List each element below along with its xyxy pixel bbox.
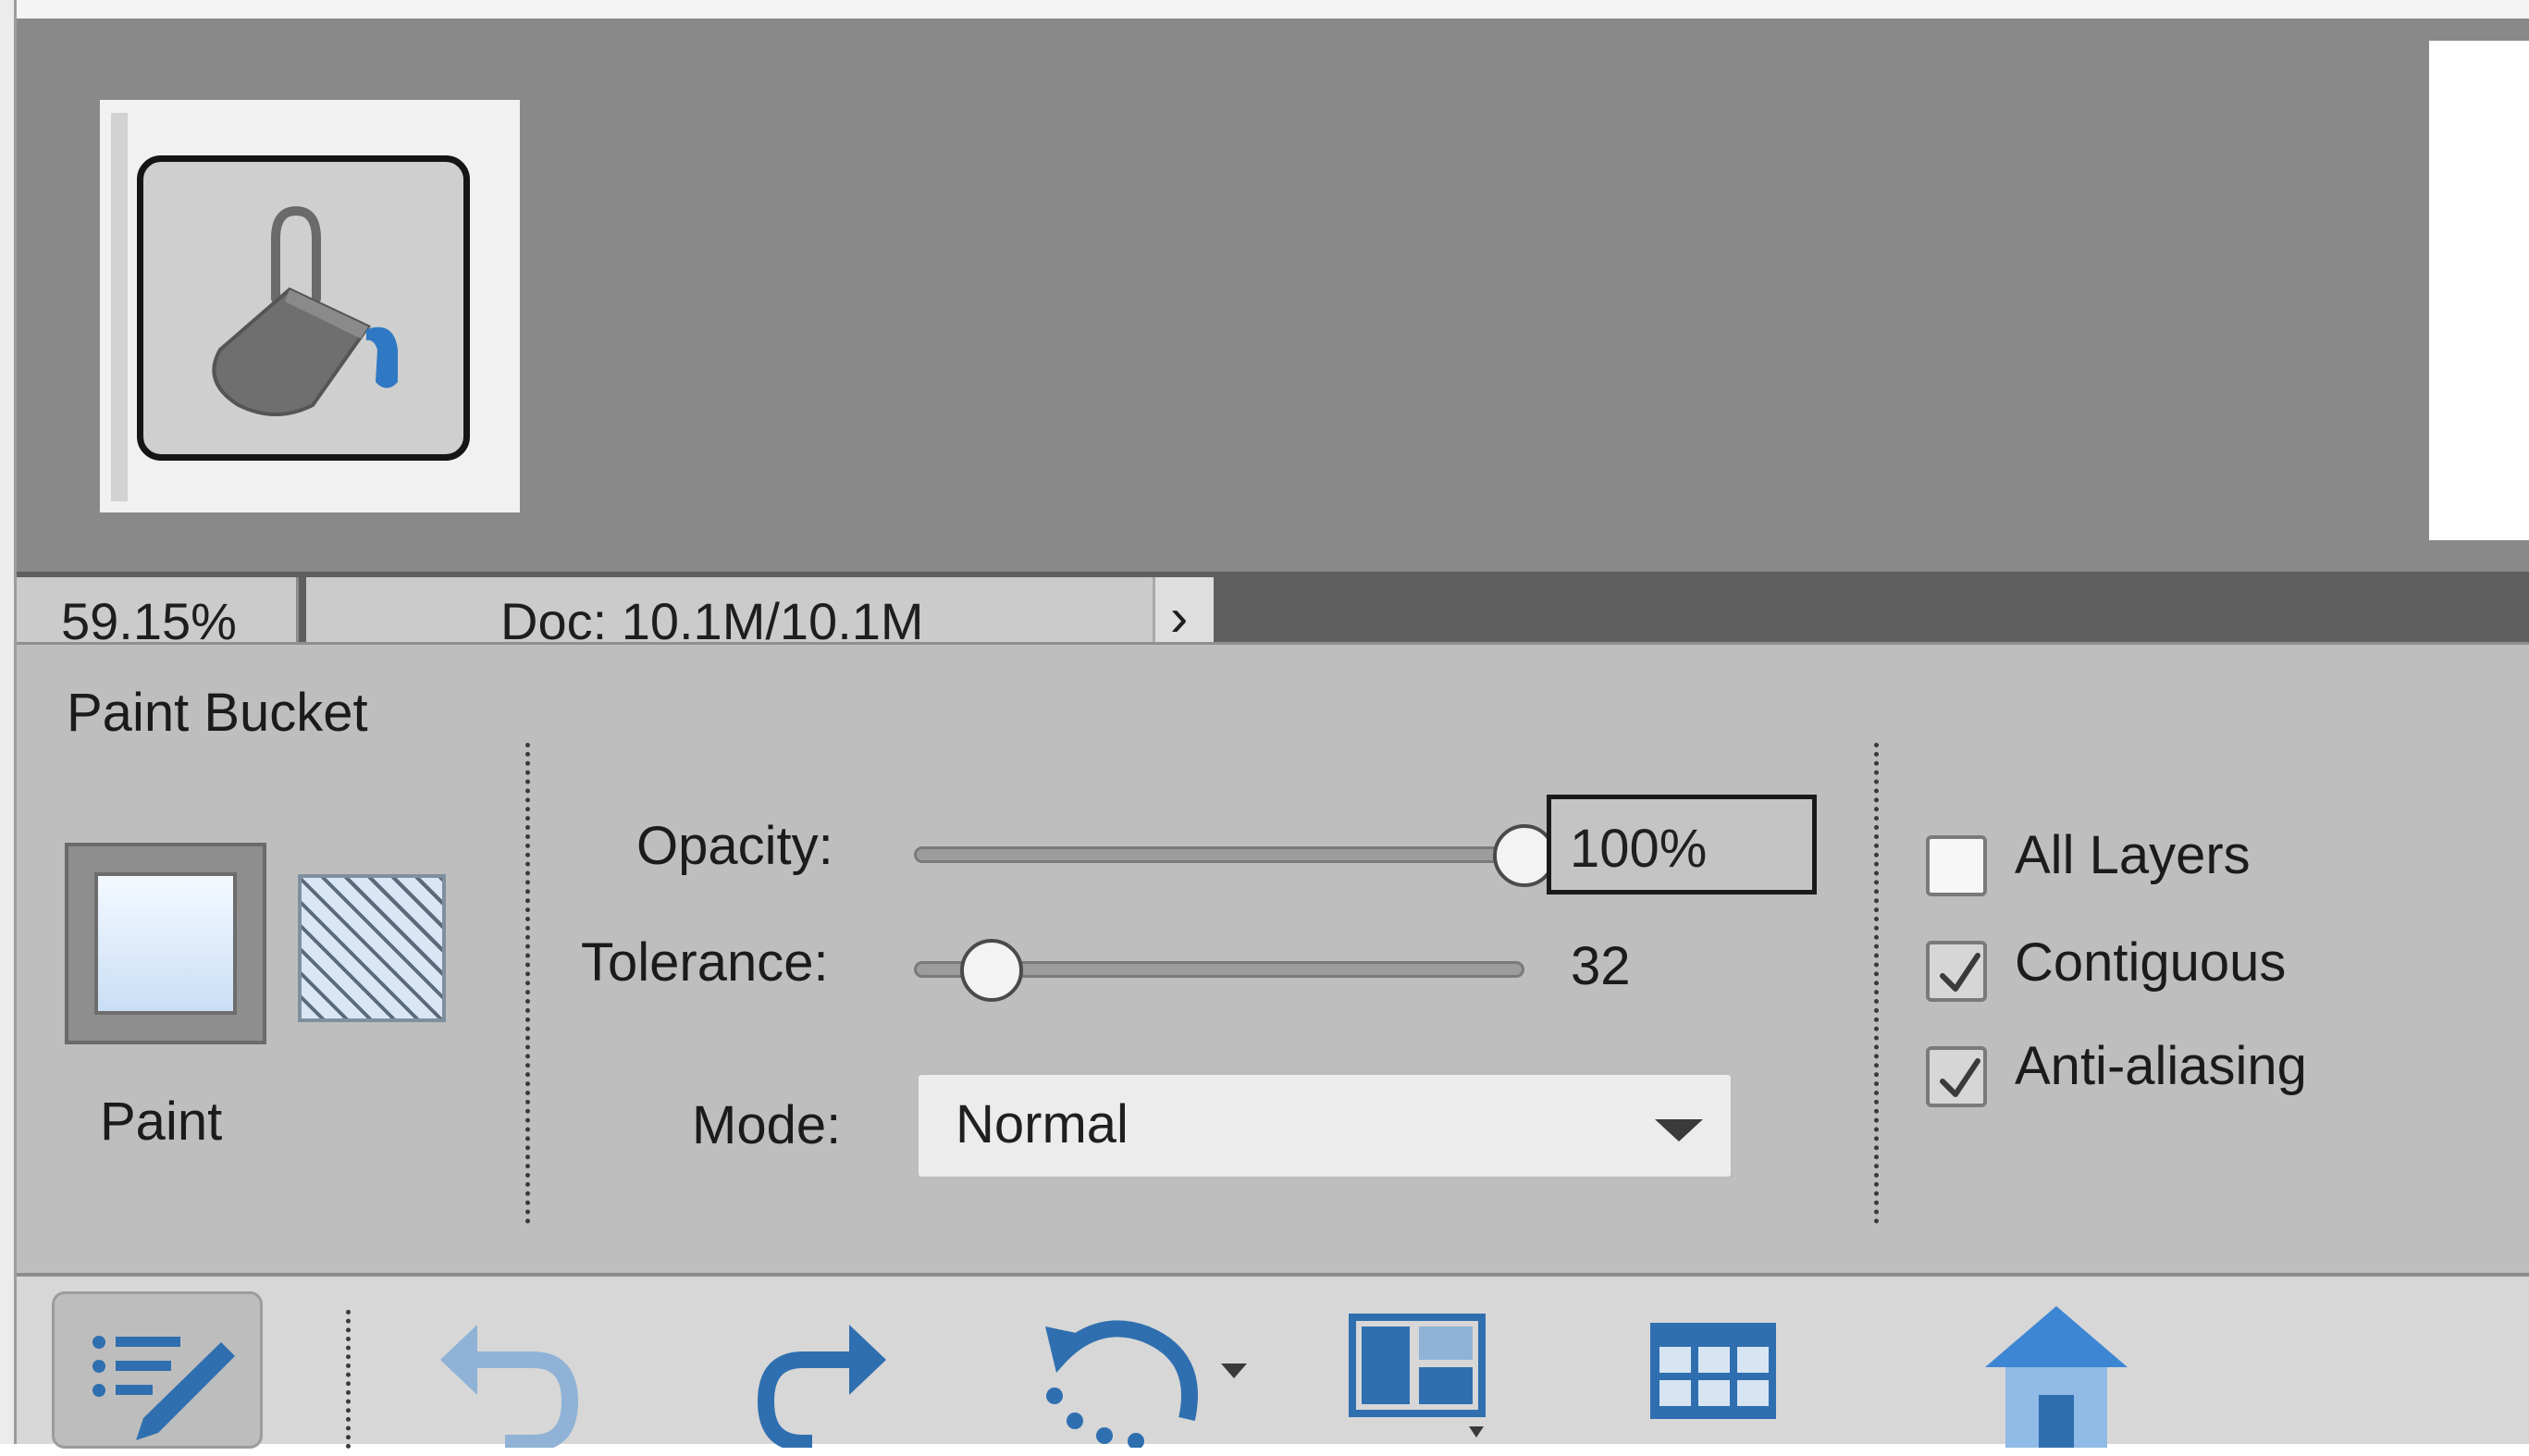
status-bar: 59.15% Doc: 10.1M/10.1M › [17,572,2529,649]
checkmark-icon [1940,953,1980,992]
doc-size-field[interactable]: Doc: 10.1M/10.1M [306,577,1153,649]
chevron-right-icon: › [1170,587,1189,648]
mode-label: Mode: [692,1095,842,1155]
tool-preview [100,100,520,512]
bottom-taskbar [17,1273,2529,1451]
mode-value: Normal [956,1094,1129,1154]
taskbar-divider [346,1310,351,1449]
anti-aliasing-label: Anti-aliasing [2015,1036,2307,1096]
fill-paint-button[interactable] [65,843,266,1044]
tool-options-panel: Paint Bucket Paint Opacity: 100% Toleran… [17,642,2529,1273]
rotate-button[interactable] [1025,1299,1256,1450]
opacity-value: 100% [1570,819,1708,879]
tolerance-value[interactable]: 32 [1571,937,1631,996]
undo-icon [440,1325,579,1451]
window-top-edge [0,0,2529,19]
chevron-down-icon [1655,1119,1703,1141]
home-icon [1985,1306,2128,1448]
opacity-field[interactable]: 100% [1547,795,1817,895]
fill-pattern-button[interactable] [298,874,446,1022]
doc-size-text: Doc: 10.1M/10.1M [500,592,924,650]
home-button[interactable] [1978,1302,2135,1448]
zoom-field[interactable]: 59.15% [17,577,299,649]
contiguous-checkbox[interactable] [1926,941,1987,1002]
paint-label: Paint [100,1092,223,1152]
organizer-button[interactable] [1645,1319,1783,1448]
opacity-label: Opacity: [636,816,833,876]
undo-button[interactable] [431,1304,579,1451]
window-left-edge [0,0,17,1444]
tolerance-slider-handle[interactable] [960,939,1024,1002]
document-page[interactable] [2429,41,2529,540]
zoom-level: 59.15% [61,592,237,650]
tool-options-button[interactable] [52,1291,263,1449]
layout-icon [1349,1314,1486,1437]
mode-select[interactable]: Normal [916,1072,1733,1179]
document-canvas[interactable] [17,19,2529,572]
checkmark-icon [1940,1058,1980,1097]
organizer-icon [1650,1323,1776,1419]
tolerance-label: Tolerance: [581,932,829,993]
redo-button[interactable] [747,1304,895,1451]
anti-aliasing-checkbox[interactable] [1926,1046,1987,1107]
tool-options-icon [93,1336,235,1440]
paint-swatch [94,872,237,1015]
contiguous-label: Contiguous [2015,932,2287,993]
divider-right [1874,743,1879,1224]
status-menu-button[interactable]: › [1153,577,1214,646]
app-window: 59.15% Doc: 10.1M/10.1M › Paint Bucket P… [0,0,2529,1451]
opacity-slider-track[interactable] [914,846,1524,863]
layout-button[interactable] [1349,1314,1487,1448]
tool-name: Paint Bucket [67,683,368,743]
paint-bucket-icon [212,205,398,416]
rotate-icon [1045,1320,1247,1450]
all-layers-label: All Layers [2015,825,2251,885]
divider-left [525,743,530,1224]
all-layers-checkbox[interactable] [1926,835,1987,896]
redo-icon [757,1325,886,1451]
